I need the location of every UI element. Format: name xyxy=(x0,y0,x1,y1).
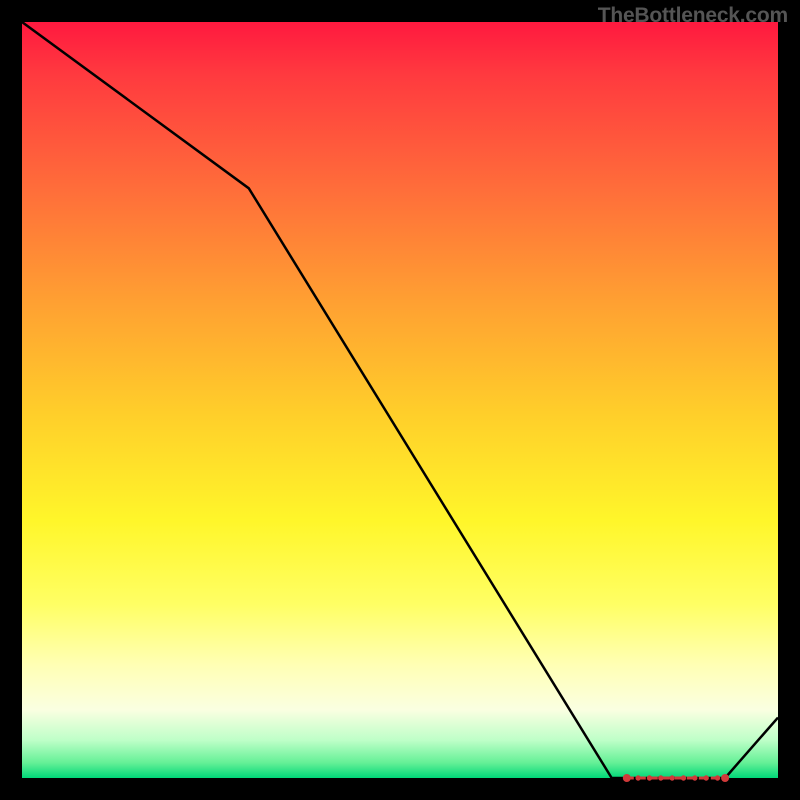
watermark-text: TheBottleneck.com xyxy=(598,4,788,28)
plot-gradient-area xyxy=(22,22,778,778)
chart-container: TheBottleneck.com xyxy=(0,0,800,800)
